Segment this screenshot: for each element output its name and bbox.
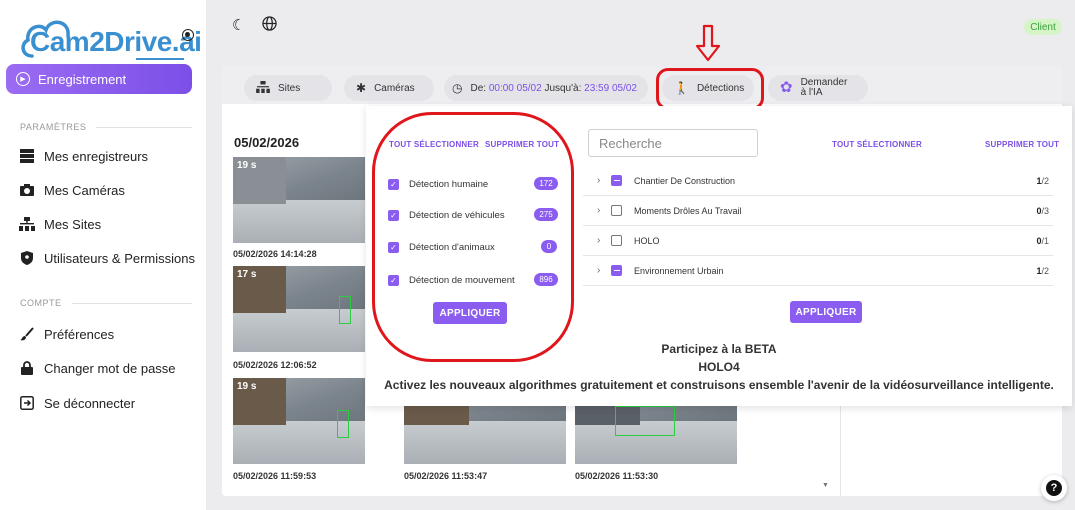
- beta-title: Participez à la BETA: [661, 342, 777, 356]
- clock-icon: ◷: [452, 81, 463, 95]
- site-row-count: 1/2: [1036, 265, 1049, 276]
- site-row[interactable]: › HOLO 0/1: [583, 226, 1053, 256]
- site-row-label: Moments Drôles Au Travail: [634, 205, 742, 216]
- site-row-count: 0/1: [1036, 235, 1049, 246]
- sidebar-item-label: Préférences: [44, 326, 115, 342]
- site-row-label: Chantier De Construction: [634, 175, 736, 186]
- sidebar-item-label: Utilisateurs & Permissions: [44, 250, 195, 266]
- site-row-label: Environnement Urbain: [634, 265, 724, 276]
- sidebar-item-label: Enregistrement: [38, 71, 127, 87]
- brand-logo[interactable]: Cam2Drive.ai: [18, 12, 202, 62]
- sites-filter-label: Sites: [278, 82, 301, 94]
- client-badge: Client: [1024, 19, 1062, 35]
- camera-thumbnail[interactable]: 19 s: [233, 157, 365, 243]
- brand-underline: [136, 58, 184, 60]
- sidebar-item-label: Se déconnecter: [44, 395, 136, 411]
- checkbox-partial[interactable]: [611, 265, 622, 276]
- date-range-button[interactable]: ◷ De: 00:00 05/02 Jusqu'à: 23:59 05/02: [444, 75, 648, 101]
- duration-overlay: 19 s: [237, 160, 257, 171]
- sidebar-item-recorders[interactable]: Mes enregistreurs: [18, 146, 148, 166]
- arrow-down-icon: [695, 24, 721, 62]
- sidebar-item-password[interactable]: Changer mot de passe: [18, 358, 176, 378]
- date-to-label: Jusqu'à:: [544, 82, 582, 94]
- sites-select-all[interactable]: TOUT SÉLECTIONNER: [832, 140, 922, 149]
- site-row-count: 1/2: [1036, 175, 1049, 186]
- globe-icon[interactable]: [262, 16, 277, 35]
- section-divider: [96, 127, 192, 128]
- sites-remove-all[interactable]: SUPPRIMER TOUT: [985, 140, 1059, 149]
- sitemap-icon: [256, 80, 270, 96]
- sparkle-icon: ✿: [780, 79, 793, 96]
- section-label-account: COMPTE: [20, 298, 62, 308]
- section-label-params: PARAMÈTRES: [20, 122, 87, 132]
- lock-icon: [18, 361, 36, 375]
- site-row-label: HOLO: [634, 235, 660, 246]
- sitemap-icon: [18, 217, 36, 231]
- shield-icon: [18, 251, 36, 265]
- sidebar: Cam2Drive.ai ▶ Enregistrement PARAMÈTRES…: [0, 0, 206, 510]
- thumbnail-caption: 05/02/2026 11:53:30: [575, 471, 659, 481]
- date-from-label: De:: [470, 82, 487, 94]
- site-row[interactable]: › Moments Drôles Au Travail 0/3: [583, 196, 1053, 226]
- sidebar-item-users[interactable]: Utilisateurs & Permissions: [18, 248, 195, 268]
- site-row-count: 0/3: [1036, 205, 1049, 216]
- brush-icon: [18, 327, 36, 341]
- date-to-value: 23:59 05/02: [584, 82, 637, 94]
- scroll-down-icon[interactable]: ▼: [822, 482, 829, 489]
- play-circle-icon: ▶: [16, 72, 30, 86]
- record-icon: [182, 29, 194, 41]
- chevron-right-icon[interactable]: ›: [597, 235, 611, 246]
- sidebar-item-label: Mes Caméras: [44, 182, 125, 198]
- question-icon: ?: [1046, 480, 1062, 496]
- site-row[interactable]: › Environnement Urbain 1/2: [583, 256, 1053, 286]
- checkbox-empty[interactable]: [611, 205, 622, 216]
- thumbnail-caption: 05/02/2026 12:06:52: [233, 360, 317, 370]
- aperture-icon: ✱: [356, 81, 367, 95]
- thumbnail-caption: 05/02/2026 11:59:53: [233, 471, 317, 481]
- sidebar-item-label: Changer mot de passe: [44, 360, 176, 376]
- gallery-date-heading: 05/02/2026: [234, 135, 300, 150]
- sidebar-item-label: Mes Sites: [44, 216, 102, 232]
- help-button[interactable]: ?: [1041, 475, 1067, 501]
- logout-icon: [18, 396, 36, 410]
- ask-ai-line2: à l'IA: [800, 87, 823, 98]
- beta-code: HOLO4: [698, 360, 740, 374]
- chevron-right-icon[interactable]: ›: [597, 175, 611, 186]
- dark-mode-icon[interactable]: ☾: [232, 16, 245, 34]
- sites-search-input[interactable]: Recherche: [588, 129, 758, 157]
- sidebar-item-enregistrement[interactable]: ▶ Enregistrement: [6, 64, 192, 94]
- sites-filter-button[interactable]: Sites: [244, 75, 332, 101]
- sidebar-item-logout[interactable]: Se déconnecter: [18, 393, 135, 413]
- sidebar-item-sites[interactable]: Mes Sites: [18, 214, 101, 234]
- cameras-filter-button[interactable]: ✱ Caméras: [344, 75, 434, 101]
- camera-thumbnail[interactable]: 17 s: [233, 266, 365, 352]
- brand-name: Cam2Drive.ai: [30, 26, 202, 57]
- sidebar-item-label: Mes enregistreurs: [44, 148, 149, 164]
- server-icon: [18, 149, 36, 163]
- right-panel: [840, 406, 1062, 496]
- thumbnail-caption: 05/02/2026 11:53:47: [404, 471, 488, 481]
- sidebar-item-cameras[interactable]: Mes Caméras: [18, 180, 125, 200]
- camera-icon: [18, 184, 36, 196]
- chevron-right-icon[interactable]: ›: [597, 205, 611, 216]
- sites-apply-button[interactable]: APPLIQUER: [790, 301, 862, 323]
- duration-overlay: 19 s: [237, 381, 257, 392]
- checkbox-partial[interactable]: [611, 175, 622, 186]
- cameras-filter-label: Caméras: [374, 82, 415, 94]
- checkbox-empty[interactable]: [611, 235, 622, 246]
- highlight-detections-list: [372, 112, 574, 362]
- duration-overlay: 17 s: [237, 269, 257, 280]
- section-divider: [72, 303, 192, 304]
- chevron-right-icon[interactable]: ›: [597, 265, 611, 276]
- date-from-value: 00:00 05/02: [488, 82, 542, 94]
- sidebar-item-preferences[interactable]: Préférences: [18, 324, 114, 344]
- thumbnail-caption: 05/02/2026 14:14:28: [233, 249, 317, 259]
- highlight-detections: [656, 68, 764, 110]
- ask-ai-button[interactable]: ✿ Demander à l'IA: [768, 75, 868, 101]
- beta-message: Activez les nouveaux algorithmes gratuit…: [384, 378, 1054, 392]
- site-row[interactable]: › Chantier De Construction 1/2: [583, 166, 1053, 196]
- camera-thumbnail[interactable]: 19 s: [233, 378, 365, 464]
